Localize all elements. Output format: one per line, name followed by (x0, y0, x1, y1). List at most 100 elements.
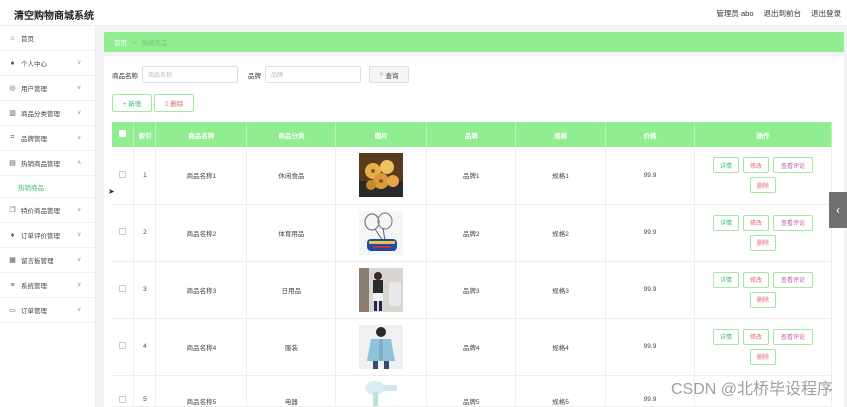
select-all-header[interactable] (112, 122, 135, 147)
edit-button[interactable]: 修改 (742, 214, 769, 231)
top-header: 清空购物商城系统 管理员 abo 退出到前台 退出登录 (0, 0, 847, 26)
cell-brand: 品牌4 (426, 318, 517, 376)
detail-button[interactable]: 详情 (712, 157, 739, 174)
brand-search-input[interactable]: 品牌 (265, 66, 361, 83)
search-icon: ○ (379, 71, 384, 78)
col-price: 价格 (605, 122, 695, 147)
chevron-down-icon: ∨ (77, 307, 82, 313)
sidebar-item-special[interactable]: ❐ 特价商品管理 ∨ (0, 198, 95, 223)
delete-button-label: 删除 (170, 101, 184, 108)
back-to-front-link[interactable]: 退出到前台 (764, 8, 802, 19)
sidebar-item-personal[interactable]: ● 个人中心 ∨ (0, 51, 95, 76)
goods-table: 索引 商品名称 商品分类 图片 品牌 规格 价格 操作 1 商品名称1 休闲食品 (112, 122, 833, 407)
name-label: 商品名称 (112, 72, 138, 80)
breadcrumb-current: 热销商品 (141, 40, 168, 47)
sidebar-item-category[interactable]: ▥ 商品分类管理 ∨ (0, 101, 95, 126)
chevron-up-icon: ∧ (77, 160, 82, 166)
sidebar-item-users[interactable]: ◎ 用户管理 ∨ (0, 76, 95, 101)
home-icon: ⌂ (10, 34, 15, 42)
cell-brand: 品牌2 (426, 204, 517, 262)
cell-spec: 规格5 (515, 375, 607, 407)
detail-button[interactable]: 详情 (712, 328, 739, 345)
sidebar-item-system[interactable]: ≡ 系统管理 ∨ (0, 273, 95, 298)
chevron-left-icon[interactable]: ‹ (829, 192, 847, 228)
product-image-badminton (359, 210, 404, 255)
row-select[interactable] (112, 375, 135, 407)
sidebar-item-brand[interactable]: ⌗ 品牌管理 ∨ (0, 126, 95, 151)
sidebar-item-label: 商品分类管理 (21, 111, 60, 118)
cell-name: 商品名称5 (155, 375, 248, 407)
sidebar-item-home[interactable]: ⌂ 首页 (0, 26, 95, 51)
row-select[interactable] (112, 147, 135, 205)
chevron-down-icon: ∨ (77, 232, 82, 238)
sidebar-item-hot[interactable]: ▤ 热销商品管理 ∧ (0, 151, 95, 176)
delete-button[interactable]: 删除 (749, 177, 776, 194)
edit-button[interactable]: 修改 (742, 157, 769, 174)
watermark: CSDN @北桥毕设程序 (670, 381, 833, 398)
search-button-label: 查询 (385, 72, 399, 80)
view-review-button[interactable]: 查看评论 (772, 328, 813, 345)
table-row: 1 商品名称1 休闲食品 品牌1 规格1 99.9 详情 修改 查看评论 删除 (112, 147, 833, 205)
top-links: 管理员 abo 退出到前台 退出登录 (716, 8, 841, 19)
cell-category: 体育用品 (246, 204, 337, 262)
delete-button[interactable]: 删除 (749, 234, 776, 251)
app-title: 清空购物商城系统 (14, 11, 94, 22)
chevron-down-icon: ∨ (77, 110, 82, 116)
product-image-person (359, 267, 404, 312)
select-all-checkbox[interactable] (119, 130, 127, 137)
cell-ops: 详情 修改 查看评论 删除 (694, 204, 833, 262)
chart-icon: ▥ (9, 110, 16, 117)
row-checkbox[interactable] (119, 395, 127, 403)
cell-category: 休闲食品 (246, 147, 337, 205)
view-review-button[interactable]: 查看评论 (772, 214, 813, 231)
row-checkbox[interactable] (119, 285, 127, 292)
edit-button[interactable]: 修改 (742, 271, 769, 288)
table-row: 2 商品名称2 体育用品 品牌2 规格2 99.9 详情 修改 查看评论 删除 (112, 204, 833, 262)
sidebar-item-label: 特价商品管理 (21, 208, 60, 215)
sidebar-item-orders[interactable]: ▭ 订单管理 ∨ (0, 298, 95, 323)
delete-button[interactable]: 删除 (749, 348, 776, 365)
view-review-button[interactable]: 查看评论 (772, 271, 813, 288)
table-header-row: 索引 商品名称 商品分类 图片 品牌 规格 价格 操作 (112, 122, 833, 147)
logout-link[interactable]: 退出登录 (811, 8, 841, 19)
row-checkbox[interactable] (119, 228, 127, 235)
cell-ops: 详情 修改 查看评论 删除 (694, 318, 833, 376)
add-button[interactable]: + 新增 (112, 94, 152, 112)
table-row: 4 商品名称4 服装 品牌4 规格4 99.9 详情 修改 查看评论 删除 (112, 318, 833, 376)
row-select[interactable] (112, 318, 135, 376)
breadcrumb-home[interactable]: 首页 (114, 37, 127, 47)
brand-label: 品牌 (248, 72, 261, 80)
cell-spec: 规格4 (515, 318, 607, 376)
product-image-hairdryer (359, 377, 404, 406)
grid-icon: ▦ (9, 257, 16, 264)
row-checkbox[interactable] (119, 170, 127, 178)
cell-category: 服装 (246, 318, 337, 376)
cell-brand: 品牌1 (426, 147, 517, 205)
sidebar-subitem-hot-goods[interactable]: 热销商品 (0, 176, 95, 198)
breadcrumb-separator: → (131, 38, 138, 46)
row-select[interactable] (112, 261, 135, 319)
batch-delete-button[interactable]: ▯ 删除 (154, 94, 194, 112)
edit-button[interactable]: 修改 (742, 328, 769, 345)
sidebar-item-review[interactable]: ♦ 订单评价管理 ∨ (0, 223, 95, 248)
main-content: 首页 → 热销商品 商品名称 商品名称 品牌 品牌 ○ 查询 + 新增 ▯ 删除 (96, 26, 847, 407)
sidebar-item-message[interactable]: ▦ 留言板管理 ∨ (0, 248, 95, 273)
copy-icon: ❐ (9, 207, 16, 214)
detail-button[interactable]: 详情 (712, 214, 739, 231)
sidebar-item-label: 订单评价管理 (21, 233, 60, 240)
search-button[interactable]: ○ 查询 (369, 66, 409, 83)
name-search-input[interactable]: 商品名称 (142, 66, 238, 83)
chevron-down-icon: ∨ (77, 85, 82, 91)
col-image: 图片 (335, 122, 428, 147)
detail-button[interactable]: 详情 (712, 271, 739, 288)
list-icon: ▤ (9, 160, 16, 167)
product-image-snack (359, 153, 404, 198)
row-select[interactable] (112, 204, 135, 262)
cell-brand: 品牌3 (426, 261, 517, 319)
view-review-button[interactable]: 查看评论 (772, 157, 813, 174)
col-brand: 品牌 (426, 122, 517, 147)
row-checkbox[interactable] (119, 342, 127, 349)
chevron-down-icon: ∨ (77, 135, 82, 141)
delete-button[interactable]: 删除 (749, 291, 776, 308)
cell-price: 99.9 (605, 204, 695, 262)
